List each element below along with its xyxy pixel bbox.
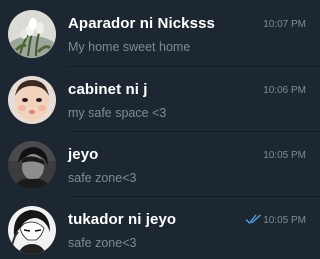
double-check-icon xyxy=(245,213,262,225)
chat-preview: safe zone<3 xyxy=(68,171,137,185)
chat-name: jeyo xyxy=(68,146,99,163)
avatar[interactable] xyxy=(8,206,56,254)
chat-name: tukador ni jeyo xyxy=(68,211,177,228)
chat-preview: my safe space <3 xyxy=(68,106,167,120)
chat-time: 10:06 PM xyxy=(263,85,306,96)
chat-list: Aparador ni Nicksss My home sweet home 1… xyxy=(0,0,320,259)
chat-name: Aparador ni Nicksss xyxy=(68,15,215,32)
avatar[interactable] xyxy=(8,141,56,189)
chat-time: 10:05 PM xyxy=(263,150,306,161)
chat-name: cabinet ni j xyxy=(68,81,148,98)
avatar[interactable] xyxy=(8,10,56,58)
dark-portrait-photo-icon xyxy=(8,141,56,189)
chat-time: 10:07 PM xyxy=(263,19,306,30)
chat-time: 10:05 PM xyxy=(263,215,306,226)
anime-drawing-photo-icon xyxy=(8,206,56,254)
tulips-photo-icon xyxy=(8,10,56,58)
chat-preview: safe zone<3 xyxy=(68,236,137,250)
chat-row[interactable]: Aparador ni Nicksss My home sweet home 1… xyxy=(0,0,320,66)
chat-row[interactable]: tukador ni jeyo safe zone<3 10:05 PM xyxy=(0,196,320,259)
chat-preview: My home sweet home xyxy=(68,40,191,54)
baby-face-photo-icon xyxy=(8,76,56,124)
chat-row[interactable]: jeyo safe zone<3 10:05 PM xyxy=(0,131,320,197)
avatar[interactable] xyxy=(8,76,56,124)
chat-row[interactable]: cabinet ni j my safe space <3 10:06 PM xyxy=(0,66,320,132)
